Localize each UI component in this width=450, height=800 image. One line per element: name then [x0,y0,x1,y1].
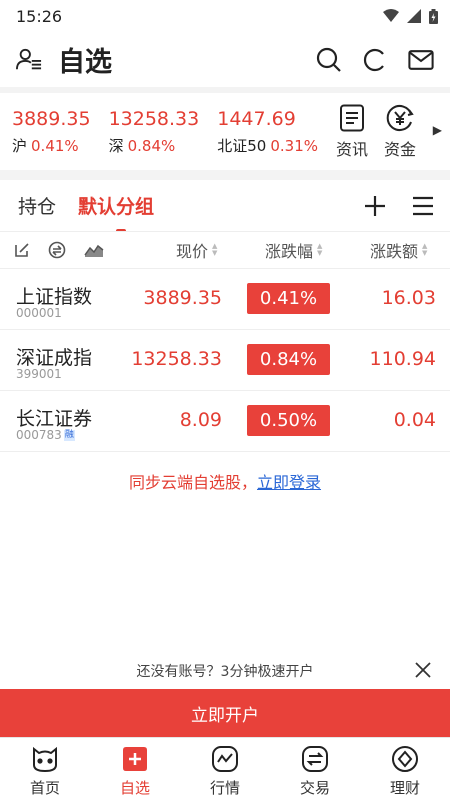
tab-label: 理财 [389,779,420,797]
watchlist-icon [123,747,147,771]
tab-watchlist[interactable]: 自选 [90,738,180,800]
promo-bar: 还没有账号？3分钟极速开户 [0,652,450,690]
promo-text: 还没有账号？3分钟极速开户 [136,664,314,680]
edit-icon[interactable] [14,242,30,258]
stock-price: 3889.35 [143,287,222,309]
news-label: 资讯 [336,139,369,159]
column-price-label: 现价 [176,242,209,261]
tab-label: 首页 [29,779,60,797]
close-icon[interactable] [414,661,432,683]
mail-icon[interactable] [408,47,434,73]
scroll-right-arrow-icon[interactable]: ▶ [433,123,442,137]
funds-button[interactable]: 资金 [384,104,416,160]
yen-coin-icon [386,104,414,131]
sort-icon: ▲ ▼ [212,242,218,257]
group-bar: 持仓 默认分组 [0,180,450,233]
add-icon[interactable] [362,193,388,219]
tab-label: 行情 [209,779,240,797]
stock-code: 399001 [16,367,62,381]
page-title: 自选 [58,47,112,78]
tab-finance[interactable]: 理财 [360,738,450,800]
index-strip: 3889.35 沪 0.41% 13258.33 深 0.84% 1447.69 北… [0,93,450,170]
sync-prompt: 同步云端自选股，立即登录 [0,452,450,493]
stock-list: 上证指数 000001 3889.35 0.41% 16.03 深证成指 399… [0,269,450,452]
stock-code-text: 399001 [16,367,62,381]
group-actions [362,193,436,219]
index-value: 13258.33 [108,108,200,130]
tab-label: 交易 [299,779,330,797]
column-header: 现价 ▲ ▼ 涨跌幅 ▲ ▼ 涨跌额 ▲ ▼ [0,231,450,269]
margin-badge: 融 [63,429,75,441]
search-icon[interactable] [316,47,342,73]
news-button[interactable]: 资讯 [336,104,368,160]
tab-home[interactable]: 首页 [0,738,90,800]
column-change-pct[interactable]: 涨跌幅 ▲ ▼ [265,238,322,262]
stock-name: 深证成指 [16,347,93,369]
sync-text: 同步云端自选股， [128,473,257,492]
wifi-icon [383,9,399,22]
index-pct: 0.84% [127,137,176,155]
index-name: 北证50 [217,137,267,155]
stock-code: 000001 [16,306,62,320]
open-account-button[interactable]: 立即开户 [0,689,450,737]
stock-price: 13258.33 [131,348,222,370]
sort-icon: ▲ ▼ [317,242,323,257]
stock-name: 上证指数 [16,286,93,308]
index-name: 沪 [12,137,28,155]
stock-code-text: 000001 [16,306,62,320]
signal-icon [407,9,421,23]
stock-price: 8.09 [179,409,222,431]
tab-label: 自选 [119,779,150,797]
menu-icon[interactable] [410,193,436,219]
finance-icon [392,746,418,772]
refresh-icon[interactable] [362,47,388,73]
stock-code: 000783 融 [16,428,75,442]
stock-name: 长江证券 [16,408,93,430]
bottom-tabbar: 首页 自选 行情 交易 理财 [0,737,450,800]
stock-change-pct: 0.50% [247,405,330,436]
stock-change-pct: 0.41% [247,283,330,314]
index-item-sz[interactable]: 13258.33 深 0.84% [109,107,200,156]
index-item-bz50[interactable]: 1447.69 北证50 0.31% [217,107,318,156]
home-icon [33,746,57,773]
column-change-amt-label: 涨跌额 [370,242,419,261]
tab-holdings[interactable]: 持仓 [18,192,56,219]
chart-toggle-icon[interactable] [84,243,104,257]
status-time: 15:26 [16,6,63,26]
index-name: 深 [108,137,124,155]
index-pct: 0.31% [270,137,318,155]
index-item-sh[interactable]: 3889.35 沪 0.41% [12,107,91,156]
funds-label: 资金 [384,139,417,159]
news-icon [340,104,364,131]
stock-change-amt: 0.04 [393,409,436,431]
currency-toggle-icon[interactable] [48,241,66,259]
stock-row[interactable]: 长江证券 000783 融 8.09 0.50% 0.04 [0,391,450,452]
stock-change-pct: 0.84% [247,344,330,375]
login-link[interactable]: 立即登录 [257,473,321,492]
column-tools [0,241,150,259]
column-change-pct-label: 涨跌幅 [265,242,314,261]
status-icons [383,8,438,24]
index-pct: 0.41% [31,137,79,155]
battery-icon [429,8,438,24]
tab-market[interactable]: 行情 [180,738,270,800]
user-manage-icon[interactable] [16,47,42,73]
column-change-amt[interactable]: 涨跌额 ▲ ▼ [370,238,427,262]
stock-row[interactable]: 深证成指 399001 13258.33 0.84% 110.94 [0,330,450,391]
market-icon [212,746,238,772]
stock-code-text: 000783 [16,428,62,442]
status-bar: 15:26 [0,0,450,32]
header: 自选 [0,32,450,87]
sort-icon: ▲ ▼ [422,242,428,257]
header-actions [316,47,434,73]
column-price[interactable]: 现价 ▲ ▼ [176,238,217,262]
index-value: 1447.69 [217,108,296,130]
tab-trade[interactable]: 交易 [270,738,360,800]
tab-default-group[interactable]: 默认分组 [78,192,154,233]
stock-change-amt: 110.94 [369,348,436,370]
stock-row[interactable]: 上证指数 000001 3889.35 0.41% 16.03 [0,269,450,330]
trade-icon [302,746,328,772]
stock-change-amt: 16.03 [381,287,436,309]
index-value: 3889.35 [12,108,91,130]
